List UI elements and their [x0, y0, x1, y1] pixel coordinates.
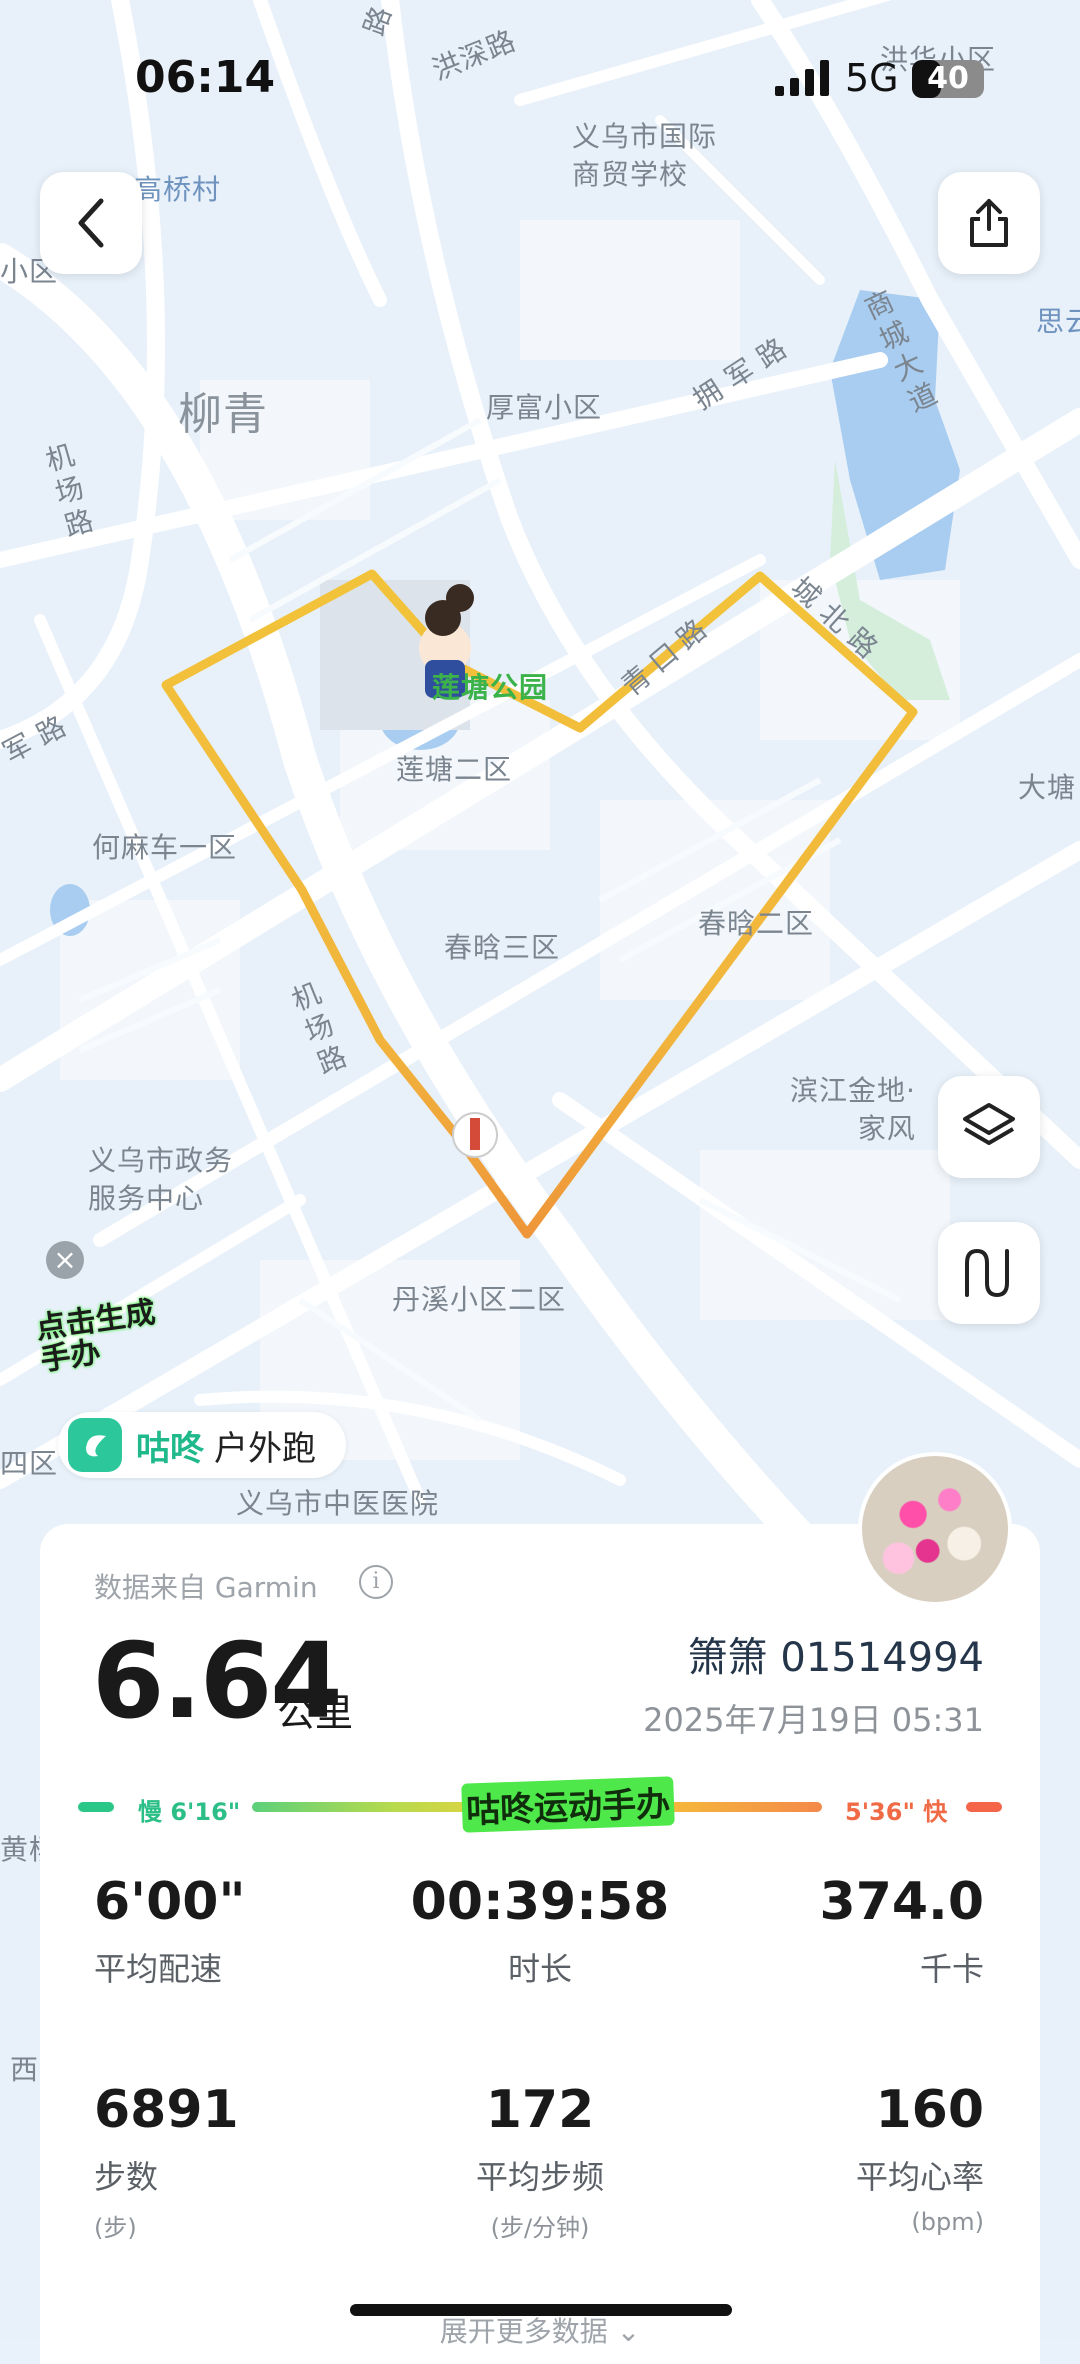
activity-source-pill: 咕咚 户外跑 — [58, 1412, 346, 1478]
pace-fast-label: 5'36" 快 — [845, 1798, 948, 1826]
map-label-area: 丹溪小区二区 — [392, 1283, 567, 1316]
map-label-area: 何麻车一区 — [92, 831, 238, 864]
map-label-park: 莲塘公园 — [432, 671, 549, 704]
route-icon — [965, 1248, 1009, 1298]
expand-more-label: 展开更多数据 — [439, 2315, 608, 2348]
map-label-area: 厚富小区 — [486, 391, 603, 424]
map-label-area: 春晗三区 — [444, 931, 561, 964]
data-source-text: 数据来自 Garmin — [94, 1571, 318, 1604]
stat-unit: (步) — [94, 2214, 137, 2242]
share-button[interactable] — [938, 172, 1040, 274]
layers-button[interactable] — [938, 1076, 1040, 1178]
stat-label: 平均配速 — [94, 1950, 223, 1988]
activity-type: 户外跑 — [214, 1428, 316, 1469]
stat-heart-rate: 160 平均心率 (bpm) — [856, 2080, 984, 2236]
status-time: 06:14 — [135, 52, 276, 103]
stat-value: 374.0 — [819, 1872, 984, 1932]
signal-icon — [775, 60, 829, 96]
stat-value: 6891 — [94, 2080, 239, 2140]
stat-steps: 6891 步数 (步) — [94, 2080, 239, 2243]
back-button[interactable] — [40, 172, 142, 274]
start-marker-icon — [452, 1112, 498, 1158]
chevron-left-icon — [78, 198, 104, 248]
info-icon[interactable]: i — [359, 1565, 393, 1599]
stat-label: 时长 — [507, 1950, 572, 1988]
stat-value: 00:39:58 — [410, 1872, 670, 1932]
map-label-area: 莲塘二区 — [396, 753, 513, 786]
network-type: 5G — [845, 56, 899, 100]
pace-sticker: 咕咚运动手办 — [461, 1776, 675, 1833]
sticker-close-button[interactable]: × — [46, 1241, 84, 1279]
map-label-school: 义乌市国际 商贸学校 — [572, 120, 718, 191]
pace-fast-swatch — [966, 1802, 1002, 1812]
home-indicator[interactable] — [350, 2304, 732, 2316]
stat-label: 千卡 — [919, 1950, 984, 1988]
stat-unit: (步/分钟) — [490, 2214, 590, 2242]
stat-value: 160 — [875, 2080, 984, 2140]
pace-slow-swatch — [78, 1802, 114, 1812]
activity-datetime: 2025年7月19日 05:31 — [643, 1701, 984, 1739]
user-photo-avatar[interactable] — [858, 1452, 1012, 1606]
stat-avg-pace: 6'00" 平均配速 — [94, 1872, 246, 1990]
map-label-district: 柳青 — [178, 389, 268, 440]
status-bar: 06:14 5G 40 — [0, 0, 1080, 120]
map-label-area: 春晗二区 — [698, 907, 815, 940]
stat-unit: (bpm) — [911, 2208, 984, 2236]
chevron-down-icon: ⌄ — [616, 2315, 641, 2348]
distance-unit: 公里 — [277, 1691, 354, 1735]
stat-calories: 374.0 千卡 — [820, 1872, 984, 1990]
stat-label: 步数 — [94, 2158, 159, 2196]
pace-slow-label: 慢 6'16" — [138, 1798, 241, 1826]
route-button[interactable] — [938, 1222, 1040, 1324]
map-label-area: 思云 — [1036, 305, 1080, 338]
stat-label: 平均步频 — [475, 2158, 604, 2196]
app-name: 咕咚 — [136, 1428, 204, 1469]
stat-value: 172 — [485, 2080, 595, 2140]
map-label-village: 高桥村 — [134, 173, 222, 206]
stat-duration: 00:39:58 时长 — [390, 1872, 690, 1990]
battery-level: 40 — [927, 61, 969, 96]
layers-icon — [963, 1103, 1015, 1145]
user-name: 箫箫 01514994 — [687, 1635, 984, 1681]
stat-cadence: 172 平均步频 (步/分钟) — [390, 2080, 690, 2243]
battery-icon: 40 — [912, 60, 984, 98]
map-label-area: 滨江金地· 家风 — [790, 1074, 916, 1145]
map-label-area: 西 — [10, 2053, 40, 2086]
share-icon — [970, 199, 1008, 247]
codoon-logo-icon — [68, 1418, 122, 1472]
map-label-area: 大塘 — [1018, 771, 1077, 804]
map-label-poi: 义乌市中医医院 — [236, 1487, 440, 1520]
map-label-area: 四区 — [0, 1447, 59, 1480]
stat-value: 6'00" — [94, 1872, 246, 1932]
expand-more-data-button[interactable]: 展开更多数据 ⌄ — [0, 2310, 1080, 2350]
stat-label: 平均心率 — [855, 2158, 984, 2196]
map-label-poi: 义乌市政务 服务中心 — [88, 1144, 234, 1215]
